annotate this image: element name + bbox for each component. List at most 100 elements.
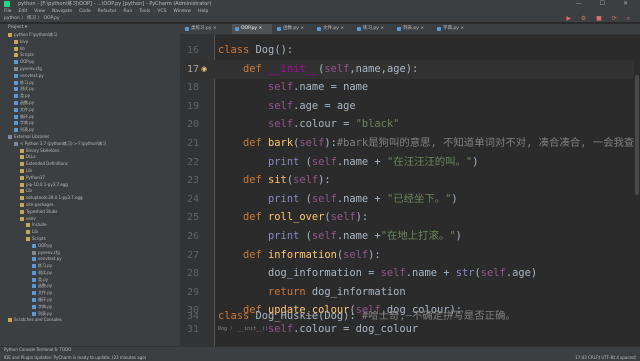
tree-item[interactable]: Extended Definitions [0, 161, 180, 168]
tab-2[interactable]: 函数.py × [274, 24, 312, 34]
tree-item[interactable]: Lib [0, 229, 180, 236]
tree-item[interactable]: 测试.py [0, 86, 180, 93]
code-breadcrumb[interactable]: Dog 〉 __init__() [218, 325, 268, 332]
code-line[interactable]: 22 print (self.name + "在汪汪汪的叫。") [180, 153, 640, 172]
tree-item[interactable]: setuptools-39.0.1-py3.7.egg [0, 195, 180, 202]
tree-item[interactable]: Scripts [0, 52, 180, 59]
tree-item[interactable]: 类.py [0, 277, 180, 284]
project-panel-title[interactable]: Project ▾ [8, 25, 27, 30]
menu-item-help[interactable]: Help [198, 9, 208, 14]
tree-item[interactable]: Include [0, 222, 180, 229]
tree-item[interactable]: Python37 [0, 175, 180, 182]
code-line[interactable]: 16 class Dog(): [180, 41, 640, 60]
project-panel-header[interactable]: Project ▾ [0, 24, 180, 32]
tab-4[interactable]: 练习.py × [354, 24, 392, 34]
tree-item[interactable]: OOP.py [0, 243, 180, 250]
tree-item-label: < Python 3.7 (python练习) > F:\python\练习 [20, 140, 107, 146]
tree-item[interactable]: 函数.py [0, 100, 180, 107]
tree-item[interactable]: kivy [0, 39, 180, 46]
tree-item[interactable]: External Libraries [0, 134, 180, 141]
code-line[interactable]: 21 def bark(self):#bark是狗叫的意思, 不知道单词对不对,… [180, 134, 640, 153]
tree-item[interactable]: Binary Skeletons [0, 148, 180, 155]
menu-item-edit[interactable]: Edit [19, 9, 28, 14]
tree-item[interactable]: 字典.py [0, 304, 180, 311]
tree-item[interactable]: 测试.py [0, 270, 180, 277]
tree-item[interactable]: < Python 3.7 (python练习) > F:\python\练习 [0, 141, 180, 148]
tree-item[interactable]: 循环.py [0, 297, 180, 304]
tree-item[interactable]: venvtest.py [0, 73, 180, 80]
window-controls[interactable]: — ☐ ✕ [576, 0, 636, 8]
folder-icon [14, 46, 18, 51]
tree-item[interactable]: Scratches and Consoles [0, 317, 180, 324]
tab-1[interactable]: OOP.py × [232, 24, 272, 34]
tree-item-label: Include [32, 222, 47, 228]
tree-item[interactable]: venv [0, 216, 180, 223]
code-line[interactable]: 20 self.colour = "black" [180, 115, 640, 134]
tree-item[interactable]: site-packages [0, 202, 180, 209]
tree-item[interactable]: 字典.py [0, 120, 180, 127]
tree-item[interactable]: 文件.py [0, 290, 180, 297]
scrollbar-thumb[interactable] [635, 75, 639, 195]
scrollbar[interactable] [634, 35, 640, 346]
tree-item[interactable]: 练习.py [0, 263, 180, 270]
tree-item[interactable]: Lib [0, 168, 180, 175]
run-toolbar-icons[interactable]: ▶ ⚙ ■ ⟳ ⌕ [566, 15, 634, 23]
code-line[interactable]: 28 dog_information = self.name + str(sel… [180, 264, 640, 283]
tree-item[interactable]: 练习.py [0, 80, 180, 87]
tree-item[interactable]: Scripts [0, 236, 180, 243]
tree-item[interactable]: OOP.py [0, 59, 180, 66]
code-line[interactable]: 27 def information(self): [180, 246, 640, 265]
code-line[interactable]: 34 class Dog_Huskie(Dog): #哈士奇, 不确定拼写是否正确… [180, 307, 640, 326]
tree-item[interactable]: 函数.py [0, 283, 180, 290]
tree-item[interactable]: venvtest.py [0, 256, 180, 263]
tree-item-label: 字典.py [38, 303, 53, 309]
code-line[interactable]: 19 self.age = age [180, 97, 640, 116]
code-line[interactable]: 25 def roll_over(self): [180, 208, 640, 227]
tree-item[interactable]: 列表.py [0, 127, 180, 134]
menu-item-vcs[interactable]: VCS [157, 9, 166, 14]
menu-item-run[interactable]: Run [124, 9, 133, 14]
menu-item-navigate[interactable]: Navigate [52, 9, 72, 14]
tree-item-label: 练习.py [38, 263, 53, 269]
tree-item[interactable]: lib [0, 46, 180, 53]
tab-6[interactable]: 字典.py × [434, 24, 472, 34]
tree-item[interactable]: Lib [0, 188, 180, 195]
tree-item[interactable]: DLLs [0, 154, 180, 161]
code-line[interactable]: 23 def sit(self): [180, 171, 640, 190]
code-line[interactable]: 29 return dog_information [180, 283, 640, 302]
folder-icon [20, 175, 24, 180]
tree-item[interactable]: 循环.py [0, 114, 180, 121]
code-editor[interactable]: 16 class Dog(): 17 ◉ def __init__(self,name… [180, 35, 640, 346]
override-marker-icon[interactable]: ◉ [201, 65, 207, 73]
code-line[interactable]: 17 ◉ def __init__(self,name,age): [180, 59, 640, 79]
tab-0[interactable]: 类练习.py × [182, 24, 230, 34]
tree-item[interactable]: 文件.py [0, 107, 180, 114]
tree-item[interactable]: python F:\python\练习 [0, 32, 180, 39]
tree-item[interactable]: Typeshed Stubs [0, 209, 180, 216]
code-line[interactable]: 24 print (self.name + "已经坐下。") [180, 190, 640, 209]
menu-item-refactor[interactable]: Refactor [98, 9, 117, 14]
nav-breadcrumb[interactable]: python 〉 练习 〉 OOP.py [4, 16, 60, 21]
code-token: roll_over [268, 211, 325, 224]
tree-item[interactable]: pyvenv.cfg [0, 66, 180, 73]
py-icon [32, 311, 36, 316]
bottom-tool-tabs[interactable]: Python Console Terminal 6: TODO [0, 347, 71, 353]
code-line[interactable]: 26 print (self.name +"在地上打滚。") [180, 227, 640, 246]
tab-3[interactable]: 文件.py × [314, 24, 352, 34]
tree-item[interactable]: pip-10.0.1-py3.7.egg [0, 182, 180, 189]
tab-5[interactable]: 列表.py × [394, 24, 432, 34]
menu-item-view[interactable]: View [34, 9, 45, 14]
menu-item-tools[interactable]: Tools [139, 9, 150, 14]
menu-item-code[interactable]: Code [79, 9, 91, 14]
line-number: 18 [186, 82, 199, 94]
code-token: Dog_Huskie [255, 310, 319, 322]
tree-item[interactable]: 列表.py [0, 311, 180, 318]
code-token: "black" [355, 118, 400, 131]
tree-item[interactable]: 类.py [0, 93, 180, 100]
menu-item-window[interactable]: Window [173, 9, 191, 14]
tree-item[interactable]: pyvenv.cfg [0, 250, 180, 257]
tab-label: 文件.py × [323, 26, 345, 31]
tree-item-label: 函数.py [38, 283, 53, 289]
code-line[interactable]: 18 self.name = name [180, 78, 640, 97]
menu-item-file[interactable]: File [4, 9, 12, 14]
